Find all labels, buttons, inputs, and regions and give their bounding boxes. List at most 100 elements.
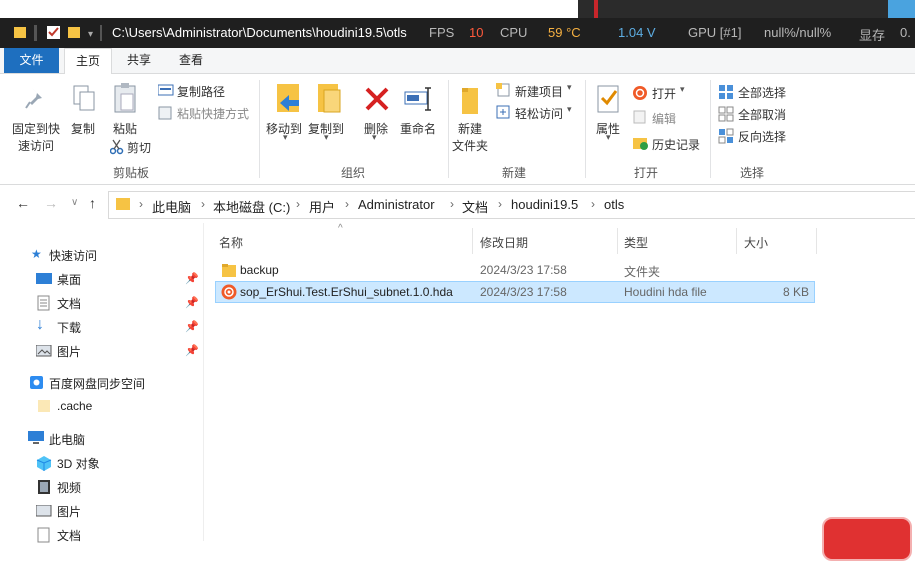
up-arrow-icon[interactable]: ↑	[89, 195, 96, 211]
new-folder-label1: 新建	[458, 122, 483, 136]
new-item-icon	[496, 83, 510, 97]
breadcrumb-users[interactable]: 用户	[309, 197, 335, 216]
vram-label: 显存	[859, 28, 886, 43]
file-size: 8 KB	[783, 285, 810, 299]
3d-objects-icon	[36, 456, 52, 471]
recent-chevron-icon[interactable]: ∨	[71, 197, 78, 208]
quick-access-toolbar[interactable]: ▾	[14, 25, 109, 41]
fps-value: 10	[469, 25, 484, 40]
properties-icon	[597, 85, 619, 113]
file-row-hda[interactable]: sop_ErShui.Test.ErShui_subnet.1.0.hda 20…	[215, 281, 815, 303]
tab-share[interactable]: 共享	[116, 48, 162, 73]
cpu-label: CPU	[500, 25, 528, 40]
gpu-label: GPU [#1]	[688, 25, 742, 40]
sidebar-label: 百度网盘同步空间	[49, 377, 146, 391]
pictures-icon	[36, 345, 52, 357]
folder-icon	[38, 400, 50, 412]
paste-icon	[114, 83, 136, 113]
column-divider[interactable]	[472, 228, 473, 254]
breadcrumb-this-pc[interactable]: 此电脑	[152, 197, 191, 216]
easy-access-icon	[496, 105, 510, 119]
breadcrumb-local-disk[interactable]: 本地磁盘 (C:)	[213, 197, 290, 216]
edit-icon	[633, 110, 646, 124]
new-folder-icon	[68, 27, 80, 38]
column-divider[interactable]	[736, 228, 737, 254]
sidebar-label: 下载	[57, 321, 82, 335]
paste-shortcut-label: 粘贴快捷方式	[177, 107, 250, 121]
select-none-label: 全部取消	[738, 108, 787, 122]
sidebar-label: 文档	[57, 529, 82, 543]
fps-label: FPS	[429, 25, 455, 40]
pin-icon[interactable]: 📌	[185, 320, 199, 333]
column-header-date[interactable]: 修改日期	[480, 234, 528, 251]
history-label: 历史记录	[652, 138, 701, 152]
column-divider[interactable]	[617, 228, 618, 254]
cpu-voltage: 1.04 V	[618, 25, 656, 40]
paste-shortcut-icon	[158, 106, 172, 120]
breadcrumb-houdini[interactable]: houdini19.5	[511, 197, 578, 212]
pin-icon[interactable]: 📌	[185, 296, 199, 309]
sidebar-label: 文档	[57, 297, 82, 311]
pin-icon[interactable]: 📌	[185, 344, 199, 357]
pictures-icon	[36, 505, 52, 517]
easy-access-label: 轻松访问	[515, 107, 564, 121]
ribbon: 固定到快 速访问 复制 粘贴 复制路径 粘贴快捷方式 剪切 剪贴板 移动到 ▾ …	[0, 74, 915, 185]
folder-icon	[14, 27, 26, 38]
new-folder-label2: 文件夹	[452, 139, 489, 153]
vram-value: 0.	[900, 25, 911, 40]
breadcrumb-otls[interactable]: otls	[604, 197, 624, 212]
download-icon: ↓	[36, 316, 44, 333]
copy-icon	[73, 85, 95, 111]
video-icon	[38, 480, 50, 494]
column-header-name[interactable]: 名称	[219, 234, 243, 251]
window-title: C:\Users\Administrator\Documents\houdini…	[112, 25, 407, 40]
navigation-pane: ★ 快速访问 桌面 📌 文档 📌 ↓ 下载 📌 图片 📌 百度网盘同步空间 .c…	[0, 223, 204, 543]
pin-icon	[25, 88, 42, 109]
new-item-label: 新建项目	[515, 85, 564, 99]
desktop-icon	[36, 273, 52, 284]
file-type: 文件夹	[624, 265, 661, 279]
sidebar-label: 图片	[57, 345, 82, 359]
edit-label: 编辑	[652, 112, 677, 126]
back-arrow-icon[interactable]: ←	[16, 195, 30, 211]
column-header-size[interactable]: 大小	[744, 234, 768, 251]
sidebar-label: 视频	[57, 481, 82, 495]
file-name: sop_ErShui.Test.ErShui_subnet.1.0.hda	[240, 285, 453, 299]
forward-arrow-icon[interactable]: →	[44, 195, 58, 211]
tab-view[interactable]: 查看	[168, 48, 214, 73]
file-date: 2024/3/23 17:58	[480, 285, 567, 299]
floating-badge[interactable]	[822, 517, 912, 561]
address-bar[interactable]: › 此电脑 › 本地磁盘 (C:) › 用户 › Administrator ›…	[108, 191, 915, 219]
sidebar-label: 快速访问	[49, 249, 98, 263]
invert-selection-label: 反向选择	[738, 130, 787, 144]
sidebar-label: 桌面	[57, 273, 82, 287]
baidu-netdisk-icon	[30, 376, 43, 389]
move-to-icon	[277, 84, 299, 112]
breadcrumb-documents[interactable]: 文档	[462, 197, 488, 216]
tab-file[interactable]: 文件	[4, 48, 59, 73]
history-icon	[633, 138, 648, 150]
sidebar-label: .cache	[57, 399, 93, 413]
group-clipboard: 剪贴板	[113, 166, 150, 180]
breadcrumb-administrator[interactable]: Administrator	[358, 197, 435, 212]
open-label: 打开	[652, 87, 677, 101]
houdini-file-icon	[221, 284, 237, 300]
sort-ascending-icon: ^	[338, 223, 343, 234]
tab-home[interactable]: 主页	[64, 48, 112, 75]
group-divider	[585, 80, 586, 178]
scissors-icon	[110, 139, 124, 155]
copy-to-icon	[318, 84, 341, 113]
file-date: 2024/3/23 17:58	[480, 263, 567, 277]
pin-icon[interactable]: 📌	[185, 272, 199, 285]
group-divider	[448, 80, 449, 178]
file-row-backup[interactable]: backup 2024/3/23 17:58 文件夹	[216, 260, 814, 280]
group-select: 选择	[740, 166, 765, 180]
column-header-type[interactable]: 类型	[624, 234, 648, 251]
column-divider[interactable]	[816, 228, 817, 254]
group-divider	[259, 80, 260, 178]
select-all-icon	[719, 85, 733, 99]
pin-quick-label2: 速访问	[18, 139, 55, 153]
paste-label: 粘贴	[113, 122, 138, 136]
file-list: ^ 名称 修改日期 类型 大小 backup 2024/3/23 17:58 文…	[204, 223, 915, 541]
rename-label: 重命名	[400, 122, 437, 136]
